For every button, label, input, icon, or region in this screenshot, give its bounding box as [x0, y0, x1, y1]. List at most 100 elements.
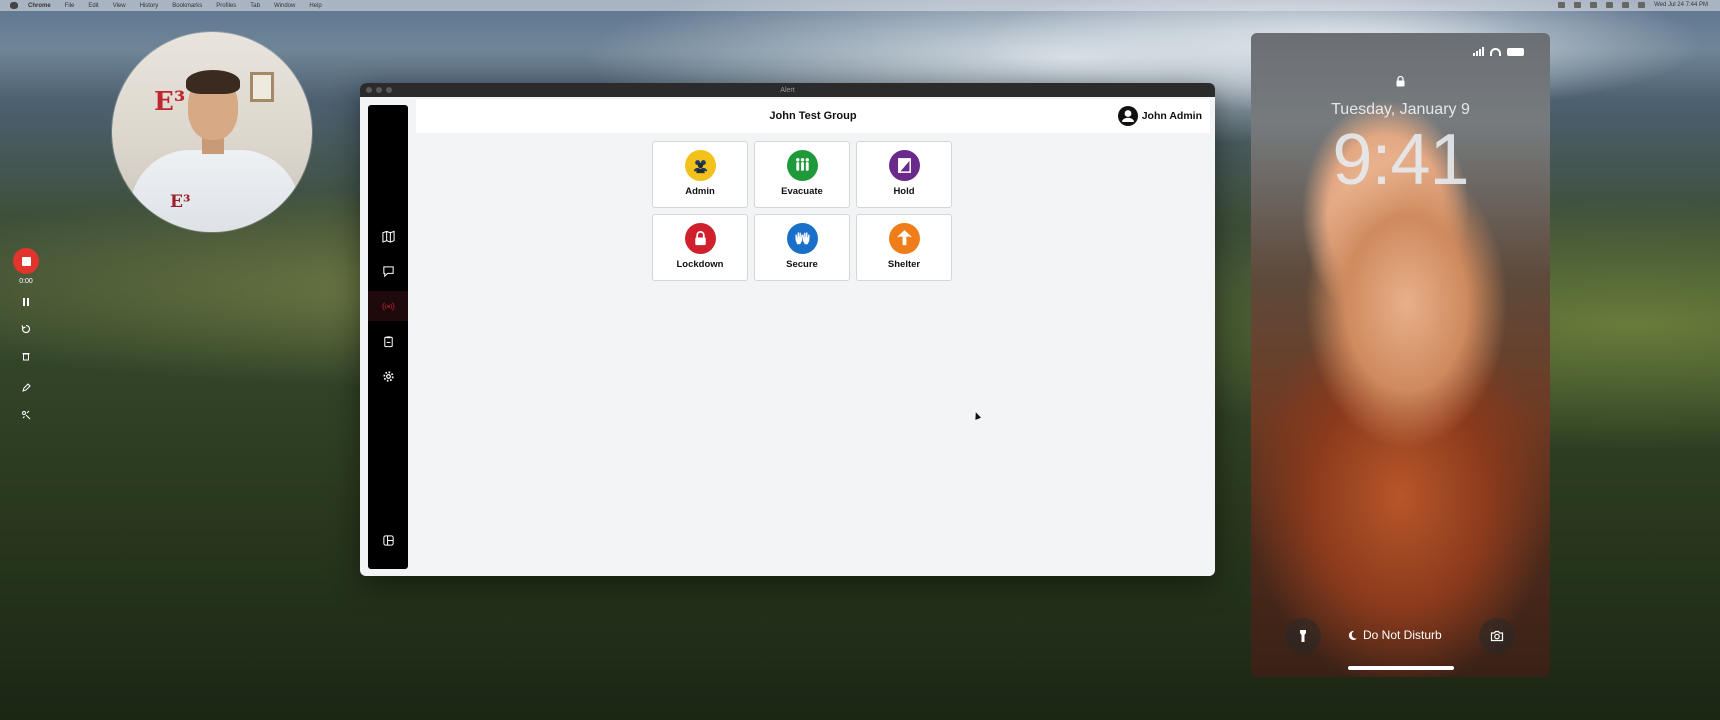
iphone-mirror[interactable]: Tuesday, January 9 9:41 Do Not Disturb [1251, 33, 1550, 677]
lock-icon [1396, 75, 1405, 87]
lockscreen-time: 9:41 [1332, 120, 1469, 200]
alert-tile-secure[interactable]: Secure [754, 214, 850, 281]
restart-button[interactable] [16, 319, 36, 339]
chat-icon [382, 265, 394, 277]
draw-button[interactable] [16, 378, 36, 398]
app-header: John Test Group John Admin [416, 99, 1210, 133]
alert-tile-admin[interactable]: Admin [652, 141, 748, 208]
user-menu[interactable]: John Admin [1117, 106, 1202, 126]
trash-icon [22, 353, 30, 361]
nav-chat[interactable] [368, 256, 408, 286]
lock-icon [694, 231, 706, 246]
pause-icon [23, 298, 29, 306]
menu-view[interactable]: View [113, 3, 126, 9]
map-icon [381, 230, 395, 243]
window-titlebar[interactable]: Alert [360, 83, 1215, 97]
presenter-hair [186, 70, 240, 94]
wall-frame [250, 72, 274, 102]
people-exit-icon [795, 158, 809, 171]
menu-tab[interactable]: Tab [250, 3, 260, 9]
alert-app-window: Alert John Test Group John Admin Admin E… [360, 83, 1215, 576]
tile-label: Hold [893, 186, 915, 197]
tile-label: Shelter [887, 259, 921, 270]
tile-icon-circle [786, 150, 818, 181]
restart-icon [21, 324, 31, 334]
alert-tile-lockdown[interactable]: Lockdown [652, 214, 748, 281]
menu-window[interactable]: Window [274, 3, 295, 9]
e3-logo: E³ [154, 87, 186, 117]
status-icon[interactable] [1590, 2, 1598, 8]
menu-history[interactable]: History [140, 3, 159, 9]
stop-icon [21, 256, 31, 266]
nav-settings[interactable] [368, 361, 408, 391]
left-nav-rail [368, 105, 408, 569]
presenter-shirt [130, 150, 300, 232]
pencil-icon [22, 383, 31, 392]
minimize-window-button[interactable] [376, 87, 382, 93]
broadcast-icon [382, 301, 394, 311]
group-icon [693, 160, 707, 174]
tile-icon-circle [684, 223, 716, 254]
tile-label: Secure [786, 259, 818, 270]
webcam-bubble[interactable]: E³ E³ [112, 32, 312, 232]
menubar-clock[interactable]: Wed Jul 24 7:44 PM [1654, 2, 1708, 8]
flashlight-icon [1300, 630, 1306, 642]
tile-icon-circle [888, 150, 920, 181]
focus-label: Do Not Disturb [1363, 628, 1442, 642]
alert-tile-evacuate[interactable]: Evacuate [754, 141, 850, 208]
wifi-icon[interactable] [1622, 2, 1630, 8]
tile-icon-circle [684, 150, 716, 181]
cellular-signal-icon [1473, 47, 1484, 56]
tile-label: Lockdown [676, 259, 724, 270]
close-window-button[interactable] [366, 87, 372, 93]
camera-button[interactable] [1479, 618, 1515, 654]
nav-map[interactable] [368, 221, 408, 251]
menu-app[interactable]: Chrome [28, 3, 51, 9]
home-indicator[interactable] [1348, 666, 1454, 670]
nav-alerts[interactable] [368, 291, 408, 321]
window-controls [366, 87, 392, 93]
nav-layout[interactable] [368, 525, 408, 555]
stop-recording-button[interactable] [13, 248, 39, 274]
menu-bookmarks[interactable]: Bookmarks [172, 3, 202, 9]
effects-icon [22, 410, 31, 420]
status-icon[interactable] [1606, 2, 1614, 8]
tile-label: Evacuate [781, 186, 823, 197]
shirt-logo: E³ [170, 192, 191, 212]
hands-icon [794, 232, 810, 245]
layout-icon [382, 534, 394, 546]
window-title: Alert [780, 86, 795, 94]
menu-file[interactable]: File [65, 3, 75, 9]
tile-icon-circle [786, 223, 818, 254]
user-name: John Admin [1141, 110, 1202, 122]
search-icon[interactable] [1638, 2, 1646, 8]
door-icon [897, 158, 911, 173]
alert-tile-hold[interactable]: Hold [856, 141, 952, 208]
zoom-window-button[interactable] [386, 87, 392, 93]
tile-icon-circle [888, 223, 920, 254]
status-icon[interactable] [1574, 2, 1582, 8]
tile-label: Admin [685, 186, 715, 197]
status-icon[interactable] [1558, 2, 1566, 8]
menu-help[interactable]: Help [309, 3, 321, 9]
arrow-up-icon [896, 230, 912, 246]
moon-icon [1348, 630, 1358, 640]
clipboard-icon [383, 335, 393, 347]
status-area: Wed Jul 24 7:44 PM [1558, 2, 1708, 8]
battery-icon [1507, 48, 1524, 56]
focus-mode[interactable]: Do Not Disturb [1347, 622, 1442, 648]
gear-icon [382, 370, 394, 382]
flashlight-button[interactable] [1285, 618, 1321, 654]
menu-profiles[interactable]: Profiles [216, 3, 236, 9]
delete-button[interactable] [16, 346, 36, 366]
pause-button[interactable] [16, 292, 36, 312]
apple-icon[interactable] [10, 2, 18, 9]
recording-toolbar: 0:00 [9, 248, 43, 428]
group-title: John Test Group [769, 110, 857, 122]
menu-edit[interactable]: Edit [88, 3, 98, 9]
user-avatar-icon [1117, 106, 1138, 126]
alert-tile-shelter[interactable]: Shelter [856, 214, 952, 281]
effects-button[interactable] [16, 405, 36, 425]
nav-checklist[interactable] [368, 326, 408, 356]
camera-icon [1490, 630, 1504, 642]
